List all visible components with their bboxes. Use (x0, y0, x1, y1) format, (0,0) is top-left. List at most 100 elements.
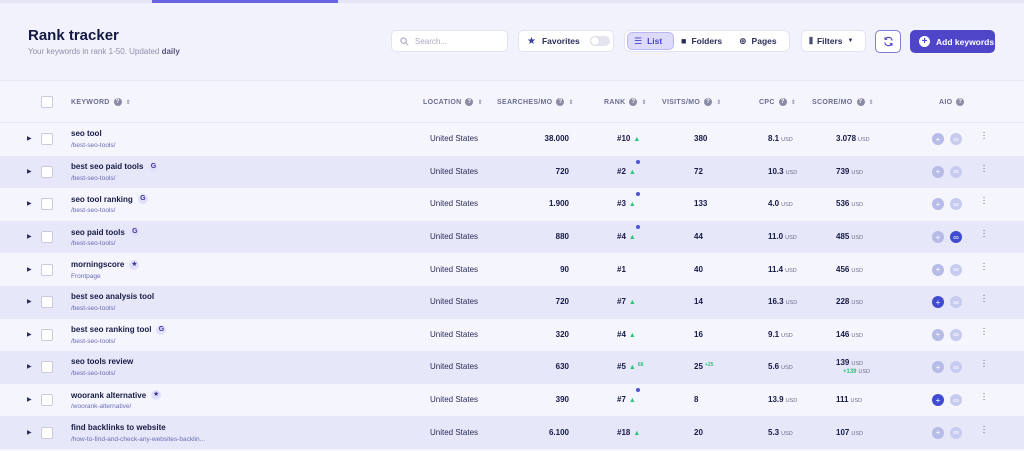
col-aio[interactable]: AIO? (939, 98, 965, 106)
rank-up-icon: ▲ (628, 299, 636, 307)
select-all-checkbox[interactable] (41, 96, 53, 108)
aio-plus-icon[interactable]: + (932, 231, 944, 244)
keyword-cell[interactable]: best seo analysis tool (71, 292, 154, 301)
col-keyword[interactable]: KEYWORD? ⇕ (71, 98, 131, 106)
more-options-icon[interactable]: · · · (982, 291, 986, 307)
row-checkbox[interactable] (41, 394, 53, 407)
keyword-cell[interactable]: best seo paid tools G (71, 161, 159, 172)
keyword-url[interactable]: /best-seo-tools/ (71, 240, 115, 247)
expand-icon[interactable]: ▶ (27, 363, 32, 370)
keyword-url[interactable]: /best-seo-tools/ (71, 142, 115, 149)
aio-plus-icon[interactable]: + (932, 328, 944, 341)
more-options-icon[interactable]: · · · (982, 258, 986, 274)
link-icon[interactable]: ∞ (950, 394, 962, 407)
link-icon[interactable]: ∞ (950, 198, 962, 211)
link-icon[interactable]: ∞ (950, 165, 962, 178)
table-row[interactable]: ▶ seo tool ranking G/best-seo-tools/United… (0, 188, 1024, 221)
col-searches[interactable]: SEARCHES/MO? ⇕ (497, 98, 574, 106)
keyword-cell[interactable]: seo tool ranking G (71, 194, 148, 205)
table-row[interactable]: ▶ seo tool/best-seo-tools/United States 38… (0, 123, 1024, 156)
aio-plus-icon[interactable]: + (932, 165, 944, 178)
row-checkbox[interactable] (41, 133, 53, 146)
more-options-icon[interactable]: · · · (982, 323, 986, 339)
keyword-url[interactable]: /best-seo-tools/ (71, 370, 115, 377)
aio-plus-icon[interactable]: + (932, 296, 944, 309)
col-location[interactable]: LOCATION? ⇕ (423, 98, 483, 106)
keyword-text: woorank alternative (71, 390, 147, 400)
row-checkbox[interactable] (41, 165, 53, 178)
more-options-icon[interactable]: · · · (982, 421, 986, 437)
search-input[interactable]: Search... (391, 30, 508, 52)
row-checkbox[interactable] (41, 328, 53, 341)
aio-plus-icon[interactable]: + (932, 198, 944, 211)
col-cpc[interactable]: CPC? ⇕ (759, 98, 796, 106)
expand-icon[interactable]: ▶ (27, 200, 32, 207)
row-checkbox[interactable] (41, 296, 53, 309)
row-checkbox[interactable] (41, 198, 53, 211)
table-row[interactable]: ▶ best seo ranking tool G/best-seo-tools/U… (0, 319, 1024, 352)
expand-icon[interactable]: ▶ (27, 266, 32, 273)
tab-list[interactable]: ☰ List (627, 32, 674, 50)
keyword-url[interactable]: /woorank-alternative/ (71, 403, 131, 410)
link-icon[interactable]: ∞ (950, 426, 962, 439)
more-options-icon[interactable]: · · · (982, 193, 986, 209)
table-row[interactable]: ▶ morningscore ★ Frontpage United States 90 #1… (0, 253, 1024, 286)
link-icon[interactable]: ∞ (950, 231, 962, 244)
link-icon[interactable]: ∞ (950, 361, 962, 374)
link-icon[interactable]: ∞ (950, 263, 962, 276)
keyword-cell[interactable]: morningscore ★ (71, 259, 140, 270)
more-options-icon[interactable]: · · · (982, 160, 986, 176)
filters-button[interactable]: ⦀ Filters ▼ (801, 30, 866, 52)
keyword-cell[interactable]: seo paid tools G (71, 227, 140, 238)
col-rank[interactable]: RANK? ⇕ (604, 98, 647, 106)
expand-icon[interactable]: ▶ (27, 233, 32, 240)
aio-plus-icon[interactable]: + (932, 426, 944, 439)
table-row[interactable]: ▶ best seo paid tools G/best-seo-tools/Uni… (0, 155, 1024, 189)
more-options-icon[interactable]: · · · (982, 128, 986, 144)
expand-icon[interactable]: ▶ (27, 135, 32, 142)
more-options-icon[interactable]: · · · (982, 356, 986, 372)
keyword-cell[interactable]: best seo ranking tool G (71, 324, 167, 335)
expand-icon[interactable]: ▶ (27, 396, 32, 403)
keyword-cell[interactable]: woorank alternative ★ (71, 390, 162, 401)
keyword-url[interactable]: /how-to-find-and-check-any-websites-back… (71, 436, 205, 443)
aio-plus-icon[interactable]: + (932, 361, 944, 374)
aio-plus-icon[interactable]: + (932, 133, 944, 146)
row-checkbox[interactable] (41, 231, 53, 244)
refresh-button[interactable] (875, 30, 901, 53)
keyword-url[interactable]: /best-seo-tools/ (71, 175, 115, 182)
row-checkbox[interactable] (41, 263, 53, 276)
expand-icon[interactable]: ▶ (27, 298, 32, 305)
keyword-cell[interactable]: seo tool (71, 129, 102, 138)
row-checkbox[interactable] (41, 361, 53, 374)
more-options-icon[interactable]: · · · (982, 226, 986, 242)
expand-icon[interactable]: ▶ (27, 168, 32, 175)
link-icon[interactable]: ∞ (950, 133, 962, 146)
table-row[interactable]: ▶ woorank alternative ★ /woorank-alternativ… (0, 384, 1024, 417)
table-row[interactable]: ▶ seo tools review/best-seo-tools/United … (0, 351, 1024, 384)
keyword-cell[interactable]: seo tools review (71, 357, 133, 366)
link-icon[interactable]: ∞ (950, 296, 962, 309)
aio-plus-icon[interactable]: + (932, 394, 944, 407)
col-score[interactable]: SCORE/MO? ⇕ (812, 98, 874, 106)
keyword-url[interactable]: /best-seo-tools/ (71, 305, 115, 312)
link-icon[interactable]: ∞ (950, 328, 962, 341)
tab-pages[interactable]: ⊕ Pages (733, 32, 789, 50)
tab-folders[interactable]: ■ Folders (675, 32, 733, 50)
row-checkbox[interactable] (41, 426, 53, 439)
table-row[interactable]: ▶ best seo analysis tool/best-seo-tools/U… (0, 286, 1024, 319)
table-row[interactable]: ▶ find backlinks to website/how-to-find-a… (0, 416, 1024, 449)
expand-icon[interactable]: ▶ (27, 331, 32, 338)
add-keywords-button[interactable]: + Add keywords (910, 30, 995, 53)
favorites-switch[interactable] (589, 36, 610, 46)
keyword-url[interactable]: Frontpage (71, 273, 101, 280)
expand-icon[interactable]: ▶ (27, 429, 32, 436)
more-options-icon[interactable]: · · · (982, 389, 986, 405)
table-row[interactable]: ▶ seo paid tools G/best-seo-tools/United S… (0, 220, 1024, 254)
aio-plus-icon[interactable]: + (932, 263, 944, 276)
keyword-cell[interactable]: find backlinks to website (71, 423, 166, 432)
favorites-toggle[interactable]: ★ Favorites (518, 30, 614, 52)
col-visits[interactable]: VISITS/MO? ⇕ (662, 98, 721, 106)
keyword-url[interactable]: /best-seo-tools/ (71, 207, 115, 214)
keyword-url[interactable]: /best-seo-tools/ (71, 338, 115, 345)
